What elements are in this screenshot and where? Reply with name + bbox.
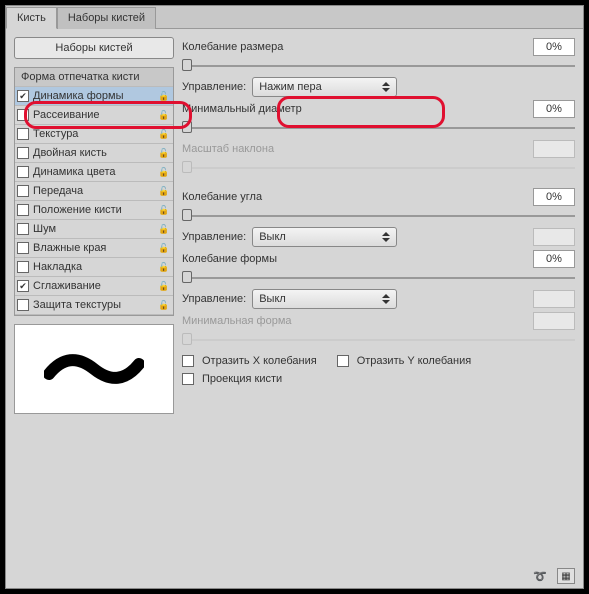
control-dropdown-off[interactable]: Выкл <box>252 227 397 247</box>
list-label: Сглаживание <box>33 280 101 292</box>
brush-projection-checkbox[interactable] <box>182 373 194 385</box>
list-item-color-dynamics[interactable]: Динамика цвета <box>15 163 173 182</box>
min-roundness-value <box>533 312 575 330</box>
size-jitter-value[interactable]: 0% <box>533 38 575 56</box>
checkbox-icon[interactable] <box>17 109 29 121</box>
angle-jitter-slider[interactable] <box>182 209 575 223</box>
control-dropdown-pen-pressure[interactable]: Нажим пера <box>252 77 397 97</box>
list-label: Рассеивание <box>33 109 100 121</box>
roundness-jitter-label: Колебание формы <box>182 253 277 265</box>
checkbox-icon[interactable] <box>17 299 29 311</box>
brush-preview <box>14 324 174 414</box>
lock-icon[interactable] <box>157 167 171 178</box>
control-label: Управление: <box>182 231 246 243</box>
empty-value <box>533 228 575 246</box>
list-label: Передача <box>33 185 83 197</box>
brush-options-list: Форма отпечатка кисти Динамика формы Рас… <box>14 67 174 316</box>
checkbox-icon[interactable] <box>17 128 29 140</box>
min-diameter-value[interactable]: 0% <box>533 100 575 118</box>
brush-tip-shape-header[interactable]: Форма отпечатка кисти <box>15 68 173 87</box>
empty-value <box>533 290 575 308</box>
list-label: Динамика цвета <box>33 166 116 178</box>
toggle-icon[interactable]: ➰ <box>533 570 547 583</box>
lock-icon[interactable] <box>157 281 171 292</box>
list-item-shape-dynamics[interactable]: Динамика формы <box>15 87 173 106</box>
min-diameter-label: Минимальный диаметр <box>182 103 302 115</box>
lock-icon[interactable] <box>157 300 171 311</box>
lock-icon[interactable] <box>157 129 171 140</box>
checkbox-icon[interactable] <box>17 147 29 159</box>
brush-presets-button[interactable]: Наборы кистей <box>14 37 174 59</box>
control-label: Управление: <box>182 81 246 93</box>
min-roundness-label: Минимальная форма <box>182 315 292 327</box>
lock-icon[interactable] <box>157 148 171 159</box>
control-dropdown-off[interactable]: Выкл <box>252 289 397 309</box>
checkbox-icon[interactable] <box>17 261 29 273</box>
size-jitter-slider[interactable] <box>182 59 575 73</box>
list-item-texture[interactable]: Текстура <box>15 125 173 144</box>
checkbox-icon[interactable] <box>17 242 29 254</box>
list-item-noise[interactable]: Шум <box>15 220 173 239</box>
roundness-jitter-value[interactable]: 0% <box>533 250 575 268</box>
list-label: Шум <box>33 223 56 235</box>
list-label: Влажные края <box>33 242 106 254</box>
list-item-buildup[interactable]: Накладка <box>15 258 173 277</box>
brush-stroke-icon <box>44 344 144 394</box>
tab-presets[interactable]: Наборы кистей <box>57 7 156 29</box>
lock-icon[interactable] <box>157 243 171 254</box>
checkbox-icon[interactable] <box>17 280 29 292</box>
tilt-scale-slider <box>182 161 575 175</box>
checkbox-icon[interactable] <box>17 185 29 197</box>
list-label: Динамика формы <box>33 90 123 102</box>
checkbox-icon[interactable] <box>17 90 29 102</box>
flip-x-checkbox[interactable] <box>182 355 194 367</box>
checkbox-icon[interactable] <box>17 204 29 216</box>
list-item-dual-brush[interactable]: Двойная кисть <box>15 144 173 163</box>
list-item-wet-edges[interactable]: Влажные края <box>15 239 173 258</box>
list-item-protect-texture[interactable]: Защита текстуры <box>15 296 173 315</box>
size-jitter-label: Колебание размера <box>182 41 283 53</box>
list-label: Двойная кисть <box>33 147 107 159</box>
list-label: Накладка <box>33 261 82 273</box>
roundness-jitter-slider[interactable] <box>182 271 575 285</box>
flip-y-checkbox[interactable] <box>337 355 349 367</box>
new-preset-icon[interactable]: ▦ <box>557 568 575 584</box>
flip-y-label: Отразить Y колебания <box>357 355 471 367</box>
lock-icon[interactable] <box>157 110 171 121</box>
control-label: Управление: <box>182 293 246 305</box>
list-label: Положение кисти <box>33 204 122 216</box>
lock-icon[interactable] <box>157 186 171 197</box>
angle-jitter-value[interactable]: 0% <box>533 188 575 206</box>
tab-bar: Кисть Наборы кистей <box>6 6 583 29</box>
lock-icon[interactable] <box>157 205 171 216</box>
brush-projection-label: Проекция кисти <box>202 373 282 385</box>
checkbox-icon[interactable] <box>17 223 29 235</box>
list-item-brush-pose[interactable]: Положение кисти <box>15 201 173 220</box>
checkbox-icon[interactable] <box>17 166 29 178</box>
list-item-smoothing[interactable]: Сглаживание <box>15 277 173 296</box>
lock-icon[interactable] <box>157 224 171 235</box>
min-diameter-slider[interactable] <box>182 121 575 135</box>
list-item-scattering[interactable]: Рассеивание <box>15 106 173 125</box>
list-label: Защита текстуры <box>33 299 121 311</box>
tilt-scale-label: Масштаб наклона <box>182 143 274 155</box>
list-label: Текстура <box>33 128 78 140</box>
tab-brush[interactable]: Кисть <box>6 7 57 29</box>
angle-jitter-label: Колебание угла <box>182 191 262 203</box>
list-item-transfer[interactable]: Передача <box>15 182 173 201</box>
tilt-scale-value <box>533 140 575 158</box>
flip-x-label: Отразить X колебания <box>202 355 317 367</box>
min-roundness-slider <box>182 333 575 347</box>
lock-icon[interactable] <box>157 91 171 102</box>
lock-icon[interactable] <box>157 262 171 273</box>
